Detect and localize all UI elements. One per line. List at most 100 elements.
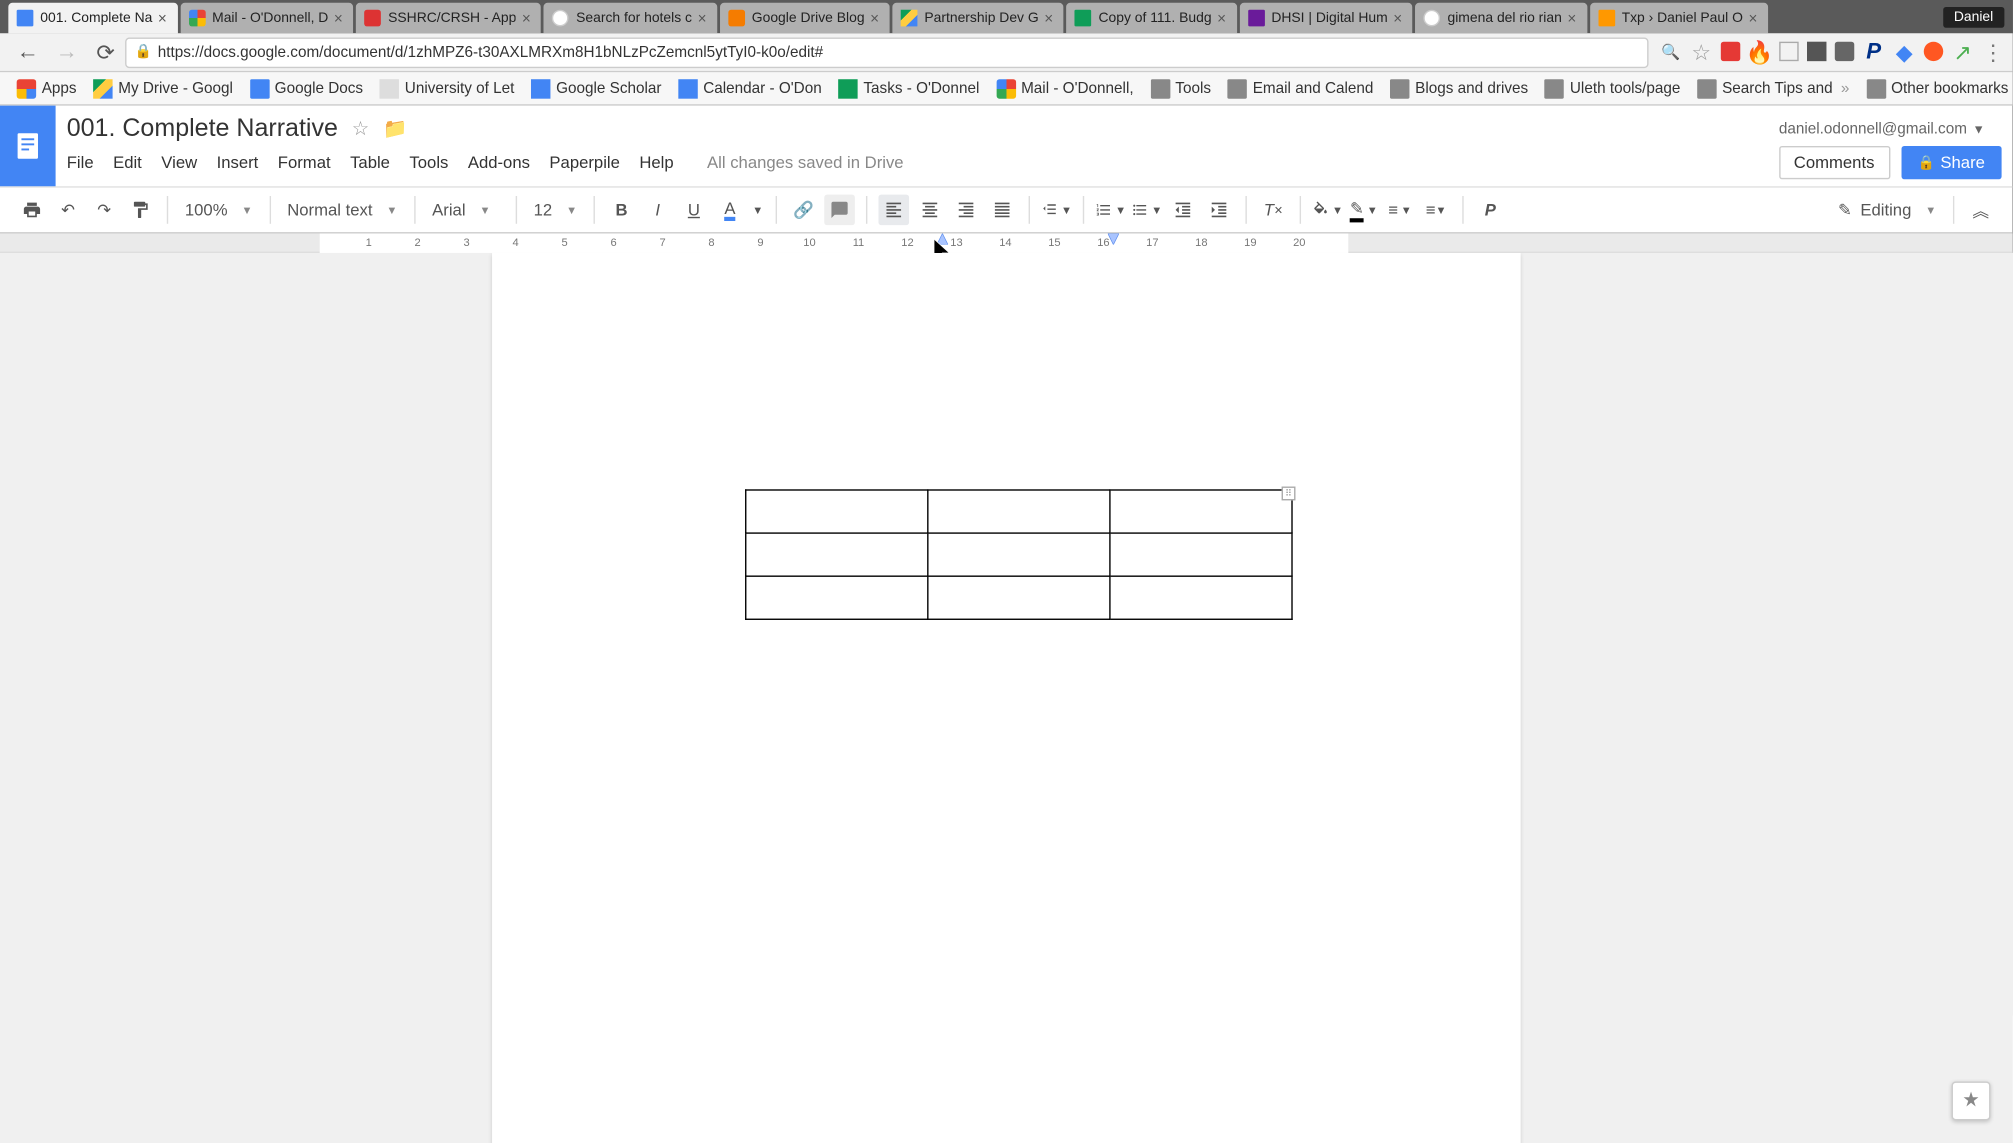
table-cell[interactable] xyxy=(746,490,928,533)
overflow-chevron-icon[interactable]: » xyxy=(1841,80,1850,97)
browser-tab[interactable]: DHSI | Digital Hum × xyxy=(1239,3,1412,34)
bookmark-folder[interactable]: Blogs and drives xyxy=(1382,79,1537,98)
tab-close-icon[interactable]: × xyxy=(334,11,348,25)
menu-help[interactable]: Help xyxy=(639,153,673,172)
extension-icon[interactable] xyxy=(1835,41,1854,60)
editing-mode-select[interactable]: ✎ Editing ▼ xyxy=(1830,193,1945,226)
bookmark-folder[interactable]: Search Tips and xyxy=(1689,79,1841,98)
document-title[interactable]: 001. Complete Narrative xyxy=(67,114,338,143)
border-width-button[interactable]: ≡▼ xyxy=(1385,195,1416,226)
browser-tab[interactable]: 001. Complete Na × xyxy=(8,3,177,34)
extension-icon[interactable] xyxy=(1721,41,1740,60)
redo-button[interactable]: ↷ xyxy=(89,195,120,226)
underline-button[interactable]: U xyxy=(679,195,710,226)
insert-comment-button[interactable] xyxy=(825,195,856,226)
url-input[interactable]: 🔒 https://docs.google.com/document/d/1zh… xyxy=(125,37,1648,68)
tab-close-icon[interactable]: × xyxy=(870,11,884,25)
table-cell[interactable] xyxy=(746,576,928,619)
table-row[interactable] xyxy=(746,533,1292,576)
browser-tab[interactable]: Mail - O'Donnell, D × xyxy=(180,3,353,34)
document-table[interactable]: ⠿ xyxy=(745,489,1293,620)
decrease-indent-button[interactable] xyxy=(1168,195,1199,226)
menu-file[interactable]: File xyxy=(67,153,94,172)
extension-icon[interactable] xyxy=(1779,41,1798,60)
extension-icon[interactable]: 🔥 xyxy=(1749,41,1771,63)
clear-formatting-button[interactable]: T✕ xyxy=(1258,195,1289,226)
tab-close-icon[interactable]: × xyxy=(698,11,712,25)
bookmark-item[interactable]: Calendar - O'Don xyxy=(670,79,830,98)
menu-format[interactable]: Format xyxy=(278,153,331,172)
docs-home-logo[interactable] xyxy=(0,106,56,187)
back-button[interactable]: ← xyxy=(14,38,42,66)
tab-close-icon[interactable]: × xyxy=(1217,11,1231,25)
bookmark-item[interactable]: Tasks - O'Donnel xyxy=(830,79,988,98)
move-to-folder-icon[interactable]: 📁 xyxy=(383,117,407,141)
align-justify-button[interactable] xyxy=(987,195,1018,226)
text-color-dropdown[interactable]: ▼ xyxy=(751,195,765,226)
ruler[interactable]: 1234567891011121314151617181920 Column xyxy=(0,234,2013,253)
increase-indent-button[interactable] xyxy=(1204,195,1235,226)
extension-icon[interactable] xyxy=(1807,41,1826,60)
share-button[interactable]: 🔒 Share xyxy=(1901,146,2002,179)
account-dropdown-icon[interactable]: ▼ xyxy=(1973,122,1985,136)
menu-edit[interactable]: Edit xyxy=(113,153,142,172)
table-cell[interactable] xyxy=(1110,533,1292,576)
chrome-profile-badge[interactable]: Daniel xyxy=(1943,6,2005,27)
browser-tab[interactable]: Partnership Dev G × xyxy=(892,3,1063,34)
bold-button[interactable]: B xyxy=(606,195,637,226)
chrome-menu-icon[interactable]: ⋮ xyxy=(1982,41,2004,63)
bookmark-item[interactable]: Google Scholar xyxy=(523,79,670,98)
undo-button[interactable]: ↶ xyxy=(53,195,84,226)
explore-button[interactable] xyxy=(1952,1081,1991,1120)
numbered-list-button[interactable]: ▼ xyxy=(1096,195,1127,226)
table-cell[interactable] xyxy=(928,490,1110,533)
tab-close-icon[interactable]: × xyxy=(1567,11,1581,25)
browser-tab[interactable]: SSHRC/CRSH - App × xyxy=(356,3,541,34)
print-button[interactable] xyxy=(17,195,48,226)
align-right-button[interactable] xyxy=(951,195,982,226)
extension-icon[interactable] xyxy=(1924,41,1943,60)
comments-button[interactable]: Comments xyxy=(1779,146,1890,179)
star-icon[interactable]: ☆ xyxy=(352,117,369,141)
bookmark-folder[interactable]: Email and Calend xyxy=(1219,79,1381,98)
forward-button[interactable]: → xyxy=(53,38,81,66)
browser-tab[interactable]: gimena del rio rian × xyxy=(1416,3,1587,34)
table-cell[interactable]: ⠿ xyxy=(1110,490,1292,533)
account-email[interactable]: daniel.odonnell@gmail.com xyxy=(1779,120,1967,137)
column-indent-marker-icon[interactable] xyxy=(1108,234,1119,245)
menu-paperpile[interactable]: Paperpile xyxy=(549,153,619,172)
bookmark-star-icon[interactable]: ☆ xyxy=(1690,41,1712,63)
menu-insert[interactable]: Insert xyxy=(217,153,259,172)
zoom-select[interactable]: 100%▼ xyxy=(177,193,261,226)
align-center-button[interactable] xyxy=(915,195,946,226)
apps-shortcut[interactable]: Apps xyxy=(8,79,85,98)
italic-button[interactable]: I xyxy=(642,195,673,226)
reload-button[interactable]: ⟳ xyxy=(92,38,120,66)
table-cell[interactable] xyxy=(928,576,1110,619)
font-select[interactable]: Arial▼ xyxy=(424,193,507,226)
table-row[interactable]: ⠿ xyxy=(746,490,1292,533)
paperpile-button[interactable]: P xyxy=(1475,195,1506,226)
bookmark-item[interactable]: Mail - O'Donnell, xyxy=(988,79,1142,98)
menu-tools[interactable]: Tools xyxy=(409,153,448,172)
table-drag-handle-icon[interactable]: ⠿ xyxy=(1282,487,1296,501)
styles-select[interactable]: Normal text▼ xyxy=(279,193,406,226)
paint-format-button[interactable] xyxy=(125,195,156,226)
menu-view[interactable]: View xyxy=(161,153,197,172)
border-style-button[interactable]: ≡▼ xyxy=(1421,195,1452,226)
browser-tab[interactable]: Search for hotels c × xyxy=(544,3,717,34)
tab-close-icon[interactable]: × xyxy=(522,11,536,25)
bookmark-item[interactable]: University of Let xyxy=(371,79,522,98)
tab-close-icon[interactable]: × xyxy=(1044,11,1058,25)
extension-icon[interactable]: ◆ xyxy=(1893,41,1915,63)
menu-table[interactable]: Table xyxy=(350,153,390,172)
other-bookmarks[interactable]: Other bookmarks xyxy=(1858,79,2013,98)
browser-tab[interactable]: Google Drive Blog × xyxy=(720,3,890,34)
border-color-button[interactable]: ✎▼ xyxy=(1349,195,1380,226)
table-cell[interactable] xyxy=(1110,576,1292,619)
text-color-button[interactable]: A xyxy=(715,195,746,226)
tab-close-icon[interactable]: × xyxy=(1748,11,1762,25)
insert-link-button[interactable]: 🔗 xyxy=(788,195,819,226)
bookmark-item[interactable]: My Drive - Googl xyxy=(85,79,241,98)
bulleted-list-button[interactable]: ▼ xyxy=(1132,195,1163,226)
